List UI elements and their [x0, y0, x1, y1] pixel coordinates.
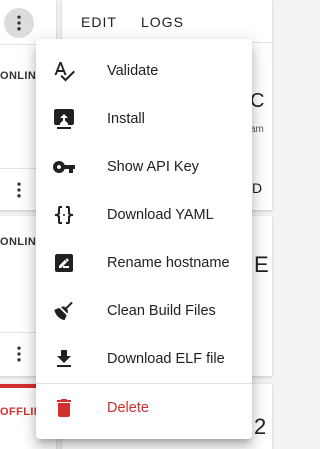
menu-item-download-yaml[interactable]: Download YAML	[36, 191, 252, 239]
card-action-peek[interactable]: D	[252, 180, 262, 196]
device-name-peek: 2	[254, 414, 267, 439]
kebab-menu-button[interactable]	[9, 180, 29, 200]
menu-item-label: Validate	[107, 63, 159, 79]
menu-item-label: Show API Key	[107, 159, 199, 175]
broom-icon	[52, 299, 76, 323]
rename-icon	[52, 251, 76, 275]
spellcheck-icon	[52, 59, 76, 83]
device-name-peek: C	[250, 90, 265, 112]
menu-item-label: Install	[107, 111, 145, 127]
kebab-menu-button[interactable]	[9, 344, 29, 364]
edit-button[interactable]: EDIT	[81, 14, 117, 30]
menu-item-label: Download YAML	[107, 207, 214, 223]
menu-item-download-elf[interactable]: Download ELF file	[36, 335, 252, 383]
device-actions-menu: Validate Install Show API Key Download Y…	[36, 39, 252, 439]
dots-vertical-icon	[17, 182, 21, 198]
code-braces-icon	[52, 203, 76, 227]
menu-item-rename-hostname[interactable]: Rename hostname	[36, 239, 252, 287]
device-name-peek: E	[254, 252, 269, 277]
menu-item-label: Download ELF file	[107, 351, 225, 367]
menu-item-label: Clean Build Files	[107, 303, 216, 319]
upload-icon	[52, 107, 76, 131]
dots-vertical-icon	[17, 346, 21, 362]
device-subtitle-peek: am	[250, 124, 264, 135]
menu-item-validate[interactable]: Validate	[36, 47, 252, 95]
menu-item-install[interactable]: Install	[36, 95, 252, 143]
menu-item-label: Rename hostname	[107, 255, 230, 271]
dots-vertical-icon	[17, 15, 21, 31]
key-icon	[52, 155, 76, 179]
menu-item-delete[interactable]: Delete	[36, 384, 252, 432]
download-icon	[52, 347, 76, 371]
menu-item-show-api-key[interactable]: Show API Key	[36, 143, 252, 191]
delete-icon	[52, 396, 76, 420]
menu-item-label: Delete	[107, 400, 149, 416]
kebab-menu-button-active[interactable]	[4, 8, 34, 38]
menu-item-clean-build-files[interactable]: Clean Build Files	[36, 287, 252, 335]
logs-button[interactable]: LOGS	[141, 14, 184, 30]
